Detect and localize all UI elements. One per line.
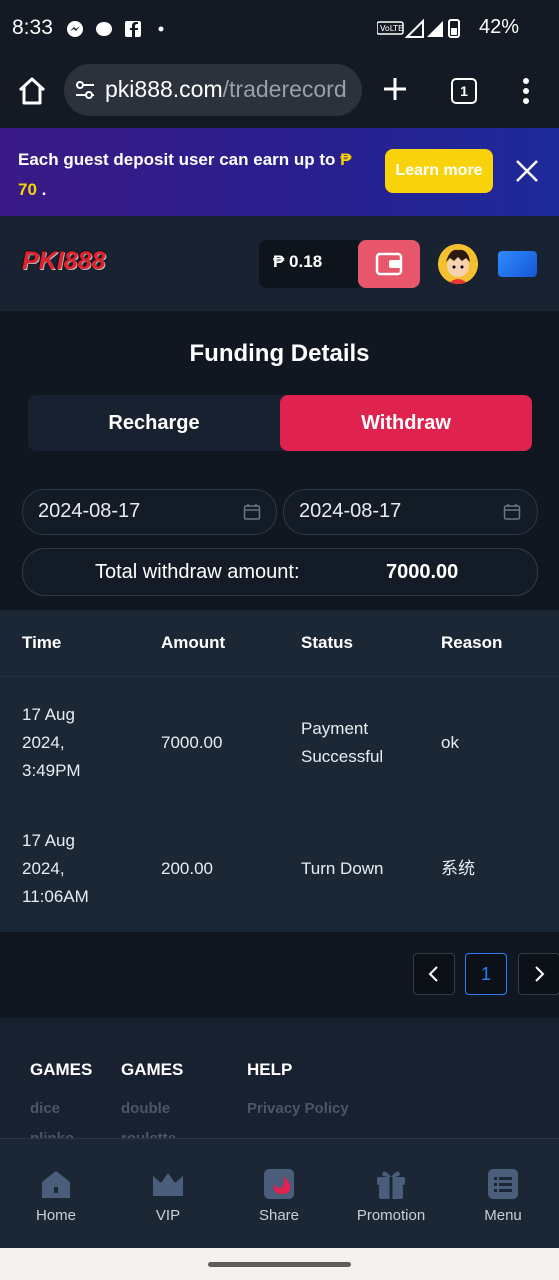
notification-icons xyxy=(66,18,176,45)
nav-label: Promotion xyxy=(356,1207,426,1224)
next-page-button[interactable] xyxy=(518,953,559,995)
avatar-icon xyxy=(438,244,478,284)
nav-vip[interactable]: VIP xyxy=(123,1168,213,1228)
wallet-button[interactable] xyxy=(358,240,420,288)
crown-icon xyxy=(153,1173,183,1196)
table-row-status: Payment Successful xyxy=(301,715,383,771)
avatar[interactable] xyxy=(438,244,478,284)
table-row-amount: 200.00 xyxy=(161,859,213,878)
table-row-reason: 系统 xyxy=(441,859,475,878)
table-row-reason: ok xyxy=(441,733,459,752)
nav-label: VIP xyxy=(155,1207,181,1224)
site-logo[interactable]: PKI888 xyxy=(22,247,105,276)
time-line: 17 Aug xyxy=(22,705,75,724)
learn-more-button[interactable]: Learn more xyxy=(385,149,493,193)
plus-icon xyxy=(384,78,406,100)
time-line: 17 Aug xyxy=(22,831,75,850)
battery-percent: 42% xyxy=(478,16,519,39)
nav-home[interactable]: Home xyxy=(11,1168,101,1228)
status-line: Successful xyxy=(301,747,384,766)
messenger-icon xyxy=(67,21,164,37)
footer-link-privacy[interactable]: Privacy Policy xyxy=(247,1100,349,1117)
footer-heading-games: GAMES xyxy=(30,1060,93,1079)
share-icon xyxy=(264,1169,294,1199)
promo-text-main: Each guest deposit user can earn up to xyxy=(18,150,341,169)
column-header-amount: Amount xyxy=(161,633,226,652)
promo-text: Each guest deposit user can earn up to ₱… xyxy=(18,145,358,205)
footer-heading-games-2: GAMES xyxy=(121,1060,184,1079)
calendar-icon xyxy=(503,504,521,520)
table-row-time: 17 Aug 2024, 11:06AM xyxy=(22,827,89,911)
end-date-value: 2024-08-17 xyxy=(299,500,402,522)
status-line: Payment xyxy=(301,719,369,738)
time-line: 2024, xyxy=(22,733,65,752)
url-host: pki888.com xyxy=(105,76,223,102)
column-header-reason: Reason xyxy=(441,633,503,652)
table-row-amount: 7000.00 xyxy=(161,733,223,752)
calendar-icon xyxy=(243,504,261,520)
total-value: 7000.00 xyxy=(386,561,459,583)
site-settings-icon[interactable] xyxy=(74,80,96,100)
footer-heading-help: HELP xyxy=(247,1060,293,1079)
time-line: 11:06AM xyxy=(22,887,89,906)
close-icon[interactable] xyxy=(514,158,540,184)
promo-suffix: . xyxy=(36,180,47,199)
page-title: Funding Details xyxy=(189,340,370,367)
svg-text:VoLTE: VoLTE xyxy=(380,24,403,33)
tab-recharge[interactable]: Recharge xyxy=(28,395,280,451)
start-date-field[interactable]: 2024-08-17 xyxy=(22,489,277,535)
nav-label: Home xyxy=(35,1207,76,1224)
home-icon[interactable] xyxy=(16,76,48,106)
footer-link-plinko[interactable]: plinko xyxy=(30,1130,74,1138)
column-header-status: Status xyxy=(301,633,353,652)
url-text[interactable]: pki888.com/traderecord xyxy=(105,76,353,103)
end-date-field[interactable]: 2024-08-17 xyxy=(283,489,538,535)
home-icon xyxy=(42,1171,70,1198)
status-time: 8:33 xyxy=(12,16,53,39)
gesture-handle[interactable] xyxy=(208,1262,351,1267)
promo-currency: ₱ xyxy=(340,150,352,169)
table-row-time: 17 Aug 2024, 3:49PM xyxy=(22,701,81,785)
footer-link-dice[interactable]: dice xyxy=(30,1100,60,1117)
nav-label: Share xyxy=(258,1207,300,1224)
time-line: 3:49PM xyxy=(22,761,81,780)
start-date-value: 2024-08-17 xyxy=(38,500,141,522)
footer-link-double[interactable]: double xyxy=(121,1100,170,1117)
gift-icon xyxy=(377,1171,405,1199)
chevron-left-icon xyxy=(428,966,438,982)
more-options-icon[interactable] xyxy=(516,76,536,106)
signal-icon: VoLTE xyxy=(376,18,461,38)
header-divider xyxy=(0,676,559,677)
status-right: VoLTE 42% xyxy=(376,16,519,39)
tab-switcher-button[interactable]: 1 xyxy=(451,78,477,104)
new-tab-button[interactable] xyxy=(382,72,408,108)
time-line: 2024, xyxy=(22,859,65,878)
column-header-time: Time xyxy=(22,633,62,652)
promo-amount: 70 xyxy=(18,180,37,199)
nav-share[interactable]: Share xyxy=(234,1168,324,1228)
card-icon[interactable] xyxy=(498,251,537,277)
wallet-icon xyxy=(375,252,403,276)
tab-withdraw[interactable]: Withdraw xyxy=(280,395,532,451)
nav-menu[interactable]: Menu xyxy=(458,1168,548,1228)
chevron-right-icon xyxy=(535,966,545,982)
balance-value: ₱ 0.18 xyxy=(273,252,323,271)
table-row-status: Turn Down xyxy=(301,859,384,878)
page-number-button[interactable]: 1 xyxy=(465,953,507,995)
total-label: Total withdraw amount: xyxy=(95,561,300,583)
footer-link-roulette[interactable]: roulette xyxy=(121,1130,176,1138)
menu-icon xyxy=(488,1169,518,1199)
prev-page-button[interactable] xyxy=(413,953,455,995)
url-path: /traderecord xyxy=(222,76,347,102)
nav-promotion[interactable]: Promotion xyxy=(346,1168,436,1228)
nav-label: Menu xyxy=(484,1207,522,1224)
